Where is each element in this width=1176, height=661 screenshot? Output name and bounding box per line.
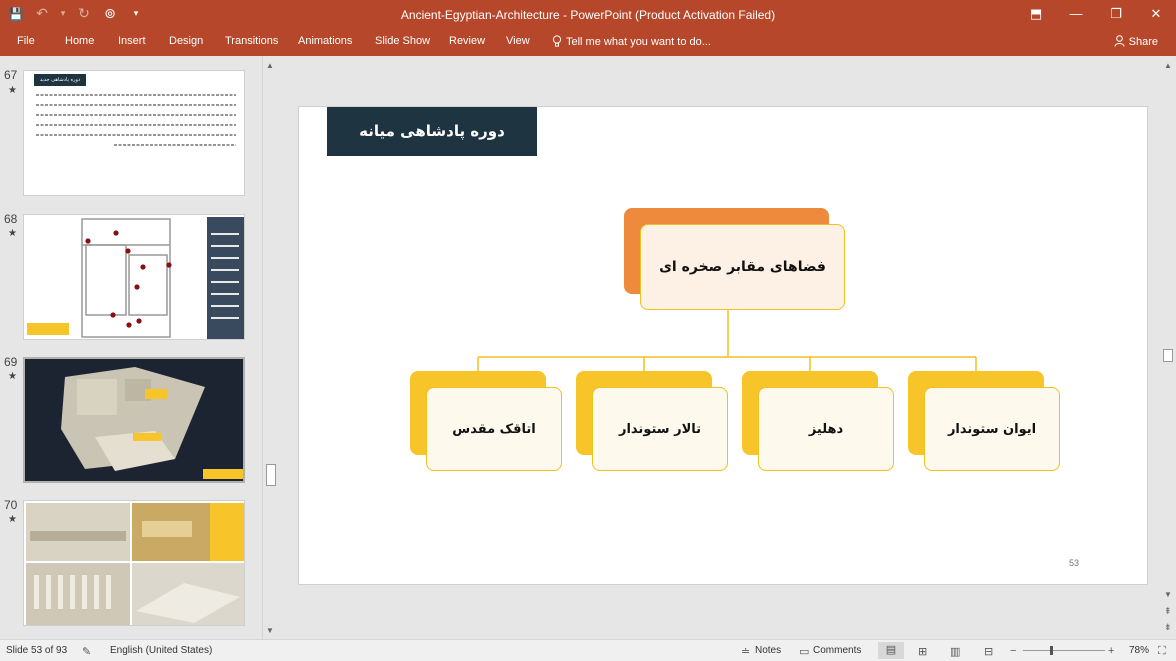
thumbnail-slide-69[interactable] (23, 357, 245, 483)
share-button[interactable]: Share (1114, 35, 1158, 48)
normal-view-icon[interactable]: ▤ (878, 642, 904, 659)
comments-button[interactable]: Comments (813, 645, 861, 656)
tab-animations[interactable]: Animations (298, 35, 352, 47)
tab-review[interactable]: Review (449, 35, 485, 47)
slide-number-67: 67 (4, 68, 18, 82)
fit-to-window-icon[interactable]: ⛶ (1158, 645, 1166, 658)
tab-view[interactable]: View (506, 35, 530, 47)
powerpoint-window: 💾 ↶ ▾ ↻ ⊚ ▾ Ancient-Egyptian-Architectur… (0, 0, 1176, 661)
notes-button[interactable]: Notes (755, 645, 781, 656)
slide-67-title: دوره پادشاهی جدید (39, 77, 81, 83)
tab-file[interactable]: File (17, 35, 35, 47)
language-indicator[interactable]: English (United States) (110, 645, 212, 656)
animation-star-icon: ★ (8, 228, 17, 239)
animation-star-icon: ★ (8, 514, 17, 525)
maximize-button[interactable]: ❐ (1096, 0, 1136, 30)
thumbnail-slide-67[interactable]: دوره پادشاهی جدید (23, 70, 245, 196)
child-node-label[interactable]: دهلیز (758, 387, 894, 471)
current-slide[interactable]: دوره پادشاهی میانه فضاهای مقابر صخره ای … (298, 106, 1148, 585)
slide-69-model-preview (25, 359, 243, 481)
scrollbar-thumb[interactable] (266, 464, 276, 486)
zoom-level[interactable]: 78% (1129, 645, 1149, 656)
scroll-down-icon[interactable]: ▼ (1164, 590, 1172, 599)
tab-slide-show[interactable]: Slide Show (375, 35, 430, 47)
slide-70-photos-preview (26, 503, 244, 625)
slide-sorter-icon[interactable]: ⊞ (918, 645, 927, 658)
person-icon (1114, 35, 1125, 47)
scroll-up-icon[interactable]: ▲ (1164, 61, 1172, 70)
ribbon-display-options-icon[interactable]: ⬒ (1016, 0, 1056, 30)
thumbnail-slide-68[interactable] (23, 214, 245, 340)
child-node-label[interactable]: اتاقک مقدس (426, 387, 562, 471)
previous-slide-icon[interactable]: ⇞ (1164, 606, 1172, 617)
next-slide-icon[interactable]: ⇟ (1164, 622, 1172, 633)
slide-number-68: 68 (4, 212, 18, 226)
share-label: Share (1128, 36, 1158, 48)
slide-67-preview (34, 74, 236, 146)
root-node-label[interactable]: فضاهای مقابر صخره ای (640, 224, 845, 310)
slide-counter: Slide 53 of 93 (6, 645, 68, 656)
zoom-out-icon[interactable]: − (1010, 645, 1016, 657)
scroll-up-icon[interactable]: ▲ (266, 61, 274, 70)
minimize-button[interactable]: — (1056, 0, 1096, 30)
slide-show-icon[interactable]: ⊟ (984, 645, 993, 658)
child-node-label[interactable]: ایوان ستوندار (924, 387, 1060, 471)
thumbnail-scrollbar[interactable]: ▲ ▼ (262, 56, 278, 639)
notes-icon[interactable]: ≐ (741, 645, 750, 658)
zoom-in-icon[interactable]: + (1108, 645, 1114, 657)
tell-me-search[interactable]: Tell me what you want to do... (552, 35, 711, 48)
thumbnail-slide-70[interactable] (23, 500, 245, 626)
spelling-check-icon[interactable]: ✎ (82, 645, 91, 658)
window-title: Ancient-Egyptian-Architecture - PowerPoi… (400, 8, 776, 22)
scrollbar-thumb[interactable] (1163, 349, 1173, 362)
tab-design[interactable]: Design (169, 35, 203, 47)
lightbulb-icon (552, 35, 562, 47)
tell-me-label: Tell me what you want to do... (566, 36, 711, 48)
tab-insert[interactable]: Insert (118, 35, 146, 47)
slide-scrollbar[interactable]: ▲ ▼ ⇞ ⇟ (1160, 56, 1176, 639)
slide-page-number: 53 (1068, 558, 1079, 568)
tab-home[interactable]: Home (65, 35, 94, 47)
animation-star-icon: ★ (8, 371, 17, 382)
zoom-slider[interactable] (1023, 650, 1105, 651)
comments-icon[interactable]: ▭ (799, 645, 809, 658)
tab-transitions[interactable]: Transitions (225, 35, 278, 47)
close-button[interactable]: ✕ (1136, 0, 1176, 30)
reading-view-icon[interactable]: ▥ (950, 645, 960, 658)
org-chart-connectors (477, 309, 977, 372)
zoom-slider-thumb[interactable] (1050, 646, 1053, 655)
slide-thumbnail-pane: 67 ★ دوره پادشاهی جدید 68 ★ 69 ★ 70 ★ (0, 56, 262, 639)
scroll-down-icon[interactable]: ▼ (266, 626, 274, 635)
slide-number-69: 69 (4, 355, 18, 369)
status-bar: Slide 53 of 93 ✎ English (United States)… (0, 639, 1176, 661)
slide-number-70: 70 (4, 498, 18, 512)
child-node-label[interactable]: تالار ستوندار (592, 387, 728, 471)
slide-68-floorplan-preview (27, 217, 244, 339)
title-bar: 💾 ↶ ▾ ↻ ⊚ ▾ Ancient-Egyptian-Architectur… (0, 0, 1176, 30)
animation-star-icon: ★ (8, 85, 17, 96)
ribbon-tabs: File Home Insert Design Transitions Anim… (0, 30, 1176, 56)
